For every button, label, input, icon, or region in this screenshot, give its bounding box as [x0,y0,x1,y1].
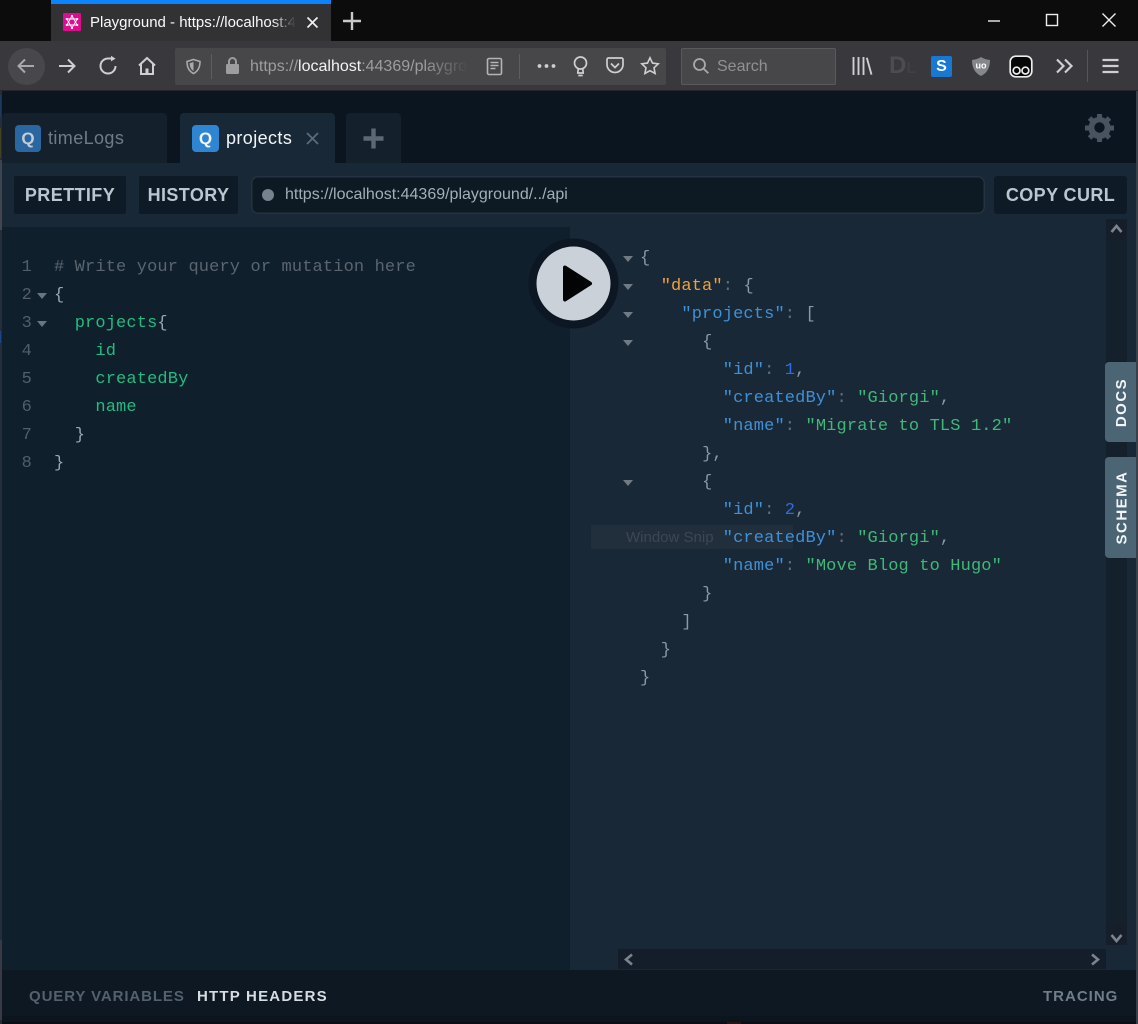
svg-text:uo: uo [976,61,987,71]
